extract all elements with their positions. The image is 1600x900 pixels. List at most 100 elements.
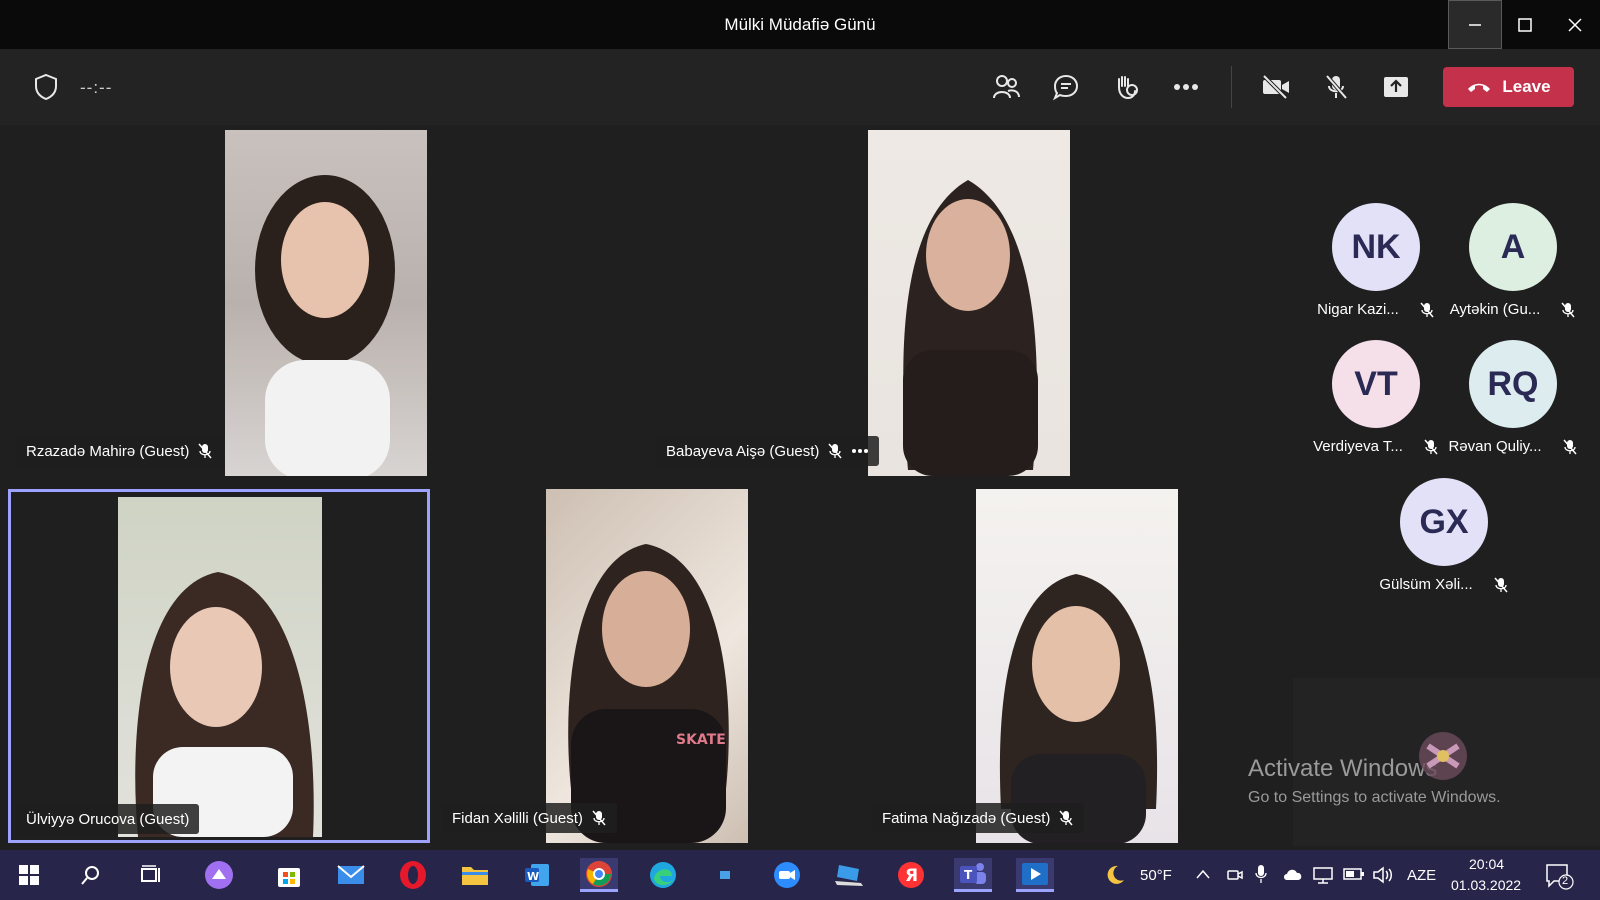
notification-center-icon[interactable] bbox=[1544, 862, 1574, 890]
participant-name: Ülviyyə Orucova (Guest) bbox=[26, 810, 190, 828]
volume-icon[interactable] bbox=[1372, 865, 1394, 885]
weather-temperature[interactable]: 50°F bbox=[1140, 867, 1172, 884]
phone-hangup-icon bbox=[1468, 83, 1491, 92]
chrome-icon bbox=[586, 860, 612, 887]
meeting-timer: --:-- bbox=[80, 78, 113, 97]
participant-video bbox=[118, 497, 322, 837]
roster-name: Aytəkin (Gu... bbox=[1449, 301, 1541, 318]
watermark-line2: Go to Settings to activate Windows. bbox=[1248, 789, 1501, 806]
roster-participant[interactable]: VT Verdiyeva T... bbox=[1306, 340, 1446, 455]
windows-taskbar: W Я T 50°F AZE 20:04 01.03.2022 2 bbox=[0, 850, 1600, 900]
security-shield-icon[interactable] bbox=[28, 69, 64, 105]
participant-name: Fidan Xəlilli (Guest) bbox=[452, 809, 583, 827]
taskbar-app[interactable] bbox=[706, 858, 744, 892]
task-view-icon bbox=[141, 865, 160, 882]
taskbar-app[interactable] bbox=[768, 858, 806, 892]
roster-name: Nigar Kazi... bbox=[1317, 301, 1399, 318]
avatar: RQ bbox=[1469, 340, 1557, 428]
close-button[interactable] bbox=[1548, 0, 1600, 49]
roster-participant[interactable]: A Aytəkin (Gu... bbox=[1443, 203, 1583, 318]
taskbar-app-active[interactable] bbox=[1016, 858, 1054, 892]
avatar: GX bbox=[1400, 478, 1488, 566]
taskbar-app[interactable] bbox=[456, 858, 494, 892]
onedrive-cloud-icon[interactable] bbox=[1282, 866, 1304, 882]
word-icon: W bbox=[525, 864, 549, 886]
leave-button[interactable]: Leave bbox=[1443, 67, 1574, 107]
taskbar-app[interactable] bbox=[332, 858, 370, 892]
participant-name: Fatima Nağızadə (Guest) bbox=[882, 809, 1051, 827]
mic-off-icon bbox=[1325, 74, 1348, 100]
taskbar-app-active[interactable] bbox=[580, 858, 618, 892]
yandex-icon: Я bbox=[898, 862, 924, 888]
mic-off-icon bbox=[198, 443, 212, 459]
toolbar-divider bbox=[1231, 66, 1232, 108]
avatar: NK bbox=[1332, 203, 1420, 291]
mic-toggle-button[interactable] bbox=[1318, 69, 1354, 105]
participant-tile-active[interactable]: Ülviyyə Orucova (Guest) bbox=[8, 489, 430, 843]
participant-video: SKATE bbox=[546, 489, 748, 843]
roster-participant[interactable]: GX Gülsüm Xəli... bbox=[1374, 478, 1514, 593]
minimize-button[interactable] bbox=[1448, 0, 1502, 49]
participant-tile[interactable]: Fatima Nağızadə (Guest) bbox=[868, 489, 1288, 843]
roster-name: Gülsüm Xəli... bbox=[1379, 576, 1473, 593]
taskbar-app[interactable]: Я bbox=[892, 858, 930, 892]
taskbar-app[interactable] bbox=[644, 858, 682, 892]
share-tray-icon bbox=[1384, 77, 1408, 97]
participant-name-tag: Fatima Nağızadə (Guest) bbox=[872, 803, 1085, 833]
microphone-icon[interactable] bbox=[1254, 864, 1268, 884]
raise-hand-icon bbox=[1118, 76, 1138, 100]
people-icon bbox=[993, 75, 1020, 99]
roster-participant[interactable]: RQ Rəvan Quliy... bbox=[1443, 340, 1583, 455]
minimize-icon bbox=[1469, 23, 1481, 26]
participant-video bbox=[976, 489, 1178, 843]
chevron-up-icon[interactable] bbox=[1195, 868, 1211, 880]
maximize-button[interactable] bbox=[1498, 0, 1552, 49]
opera-icon bbox=[400, 861, 426, 889]
task-view-button[interactable] bbox=[132, 858, 170, 892]
reactions-button[interactable] bbox=[1108, 69, 1144, 105]
participants-button[interactable] bbox=[988, 69, 1024, 105]
svg-text:Я: Я bbox=[905, 866, 918, 886]
laptop-icon bbox=[835, 865, 863, 886]
taskbar-app[interactable] bbox=[830, 858, 868, 892]
taskbar-app[interactable]: W bbox=[518, 858, 556, 892]
roster-name: Rəvan Quliy... bbox=[1448, 438, 1542, 455]
participant-tile[interactable]: Rzazadə Mahirə (Guest) bbox=[8, 128, 428, 476]
cortana-icon bbox=[205, 861, 233, 889]
participant-video bbox=[868, 130, 1070, 476]
close-icon bbox=[1568, 17, 1582, 32]
taskbar-app-active[interactable]: T bbox=[954, 858, 992, 892]
clock-time[interactable]: 20:04 bbox=[1469, 856, 1504, 872]
search-button[interactable] bbox=[72, 858, 110, 892]
mic-off-icon bbox=[1494, 577, 1508, 592]
battery-icon[interactable] bbox=[1343, 868, 1365, 880]
camera-off-icon bbox=[1262, 74, 1289, 100]
chat-button[interactable] bbox=[1048, 69, 1084, 105]
media-player-icon bbox=[1022, 862, 1048, 885]
participant-name: Rzazadə Mahirə (Guest) bbox=[26, 442, 190, 460]
start-button[interactable] bbox=[10, 858, 48, 892]
svg-text:T: T bbox=[964, 868, 973, 882]
meet-now-icon[interactable] bbox=[1226, 866, 1244, 884]
mail-icon bbox=[337, 865, 365, 884]
mic-off-icon bbox=[1561, 302, 1575, 317]
leave-label: Leave bbox=[1502, 77, 1551, 96]
network-icon[interactable] bbox=[1312, 866, 1334, 884]
taskbar-app[interactable] bbox=[270, 858, 308, 892]
input-language[interactable]: AZE bbox=[1407, 867, 1436, 884]
participant-tile[interactable]: SKATE Fidan Xəlilli (Guest) bbox=[438, 489, 858, 843]
clock-date[interactable]: 01.03.2022 bbox=[1451, 877, 1521, 893]
participant-video bbox=[225, 130, 427, 476]
taskbar-app[interactable] bbox=[200, 858, 238, 892]
taskbar-app[interactable] bbox=[394, 858, 432, 892]
chat-icon bbox=[1052, 74, 1079, 101]
flower-sticker-icon bbox=[1419, 732, 1467, 780]
share-screen-button[interactable] bbox=[1378, 69, 1414, 105]
notification-count: 2 bbox=[1562, 875, 1569, 887]
avatar: VT bbox=[1332, 340, 1420, 428]
more-icon[interactable] bbox=[851, 448, 869, 454]
participant-tile[interactable]: Babayeva Aişə (Guest) bbox=[652, 128, 1072, 476]
more-options-button[interactable] bbox=[1168, 69, 1204, 105]
roster-participant[interactable]: NK Nigar Kazi... bbox=[1306, 203, 1446, 318]
camera-toggle-button[interactable] bbox=[1258, 69, 1294, 105]
